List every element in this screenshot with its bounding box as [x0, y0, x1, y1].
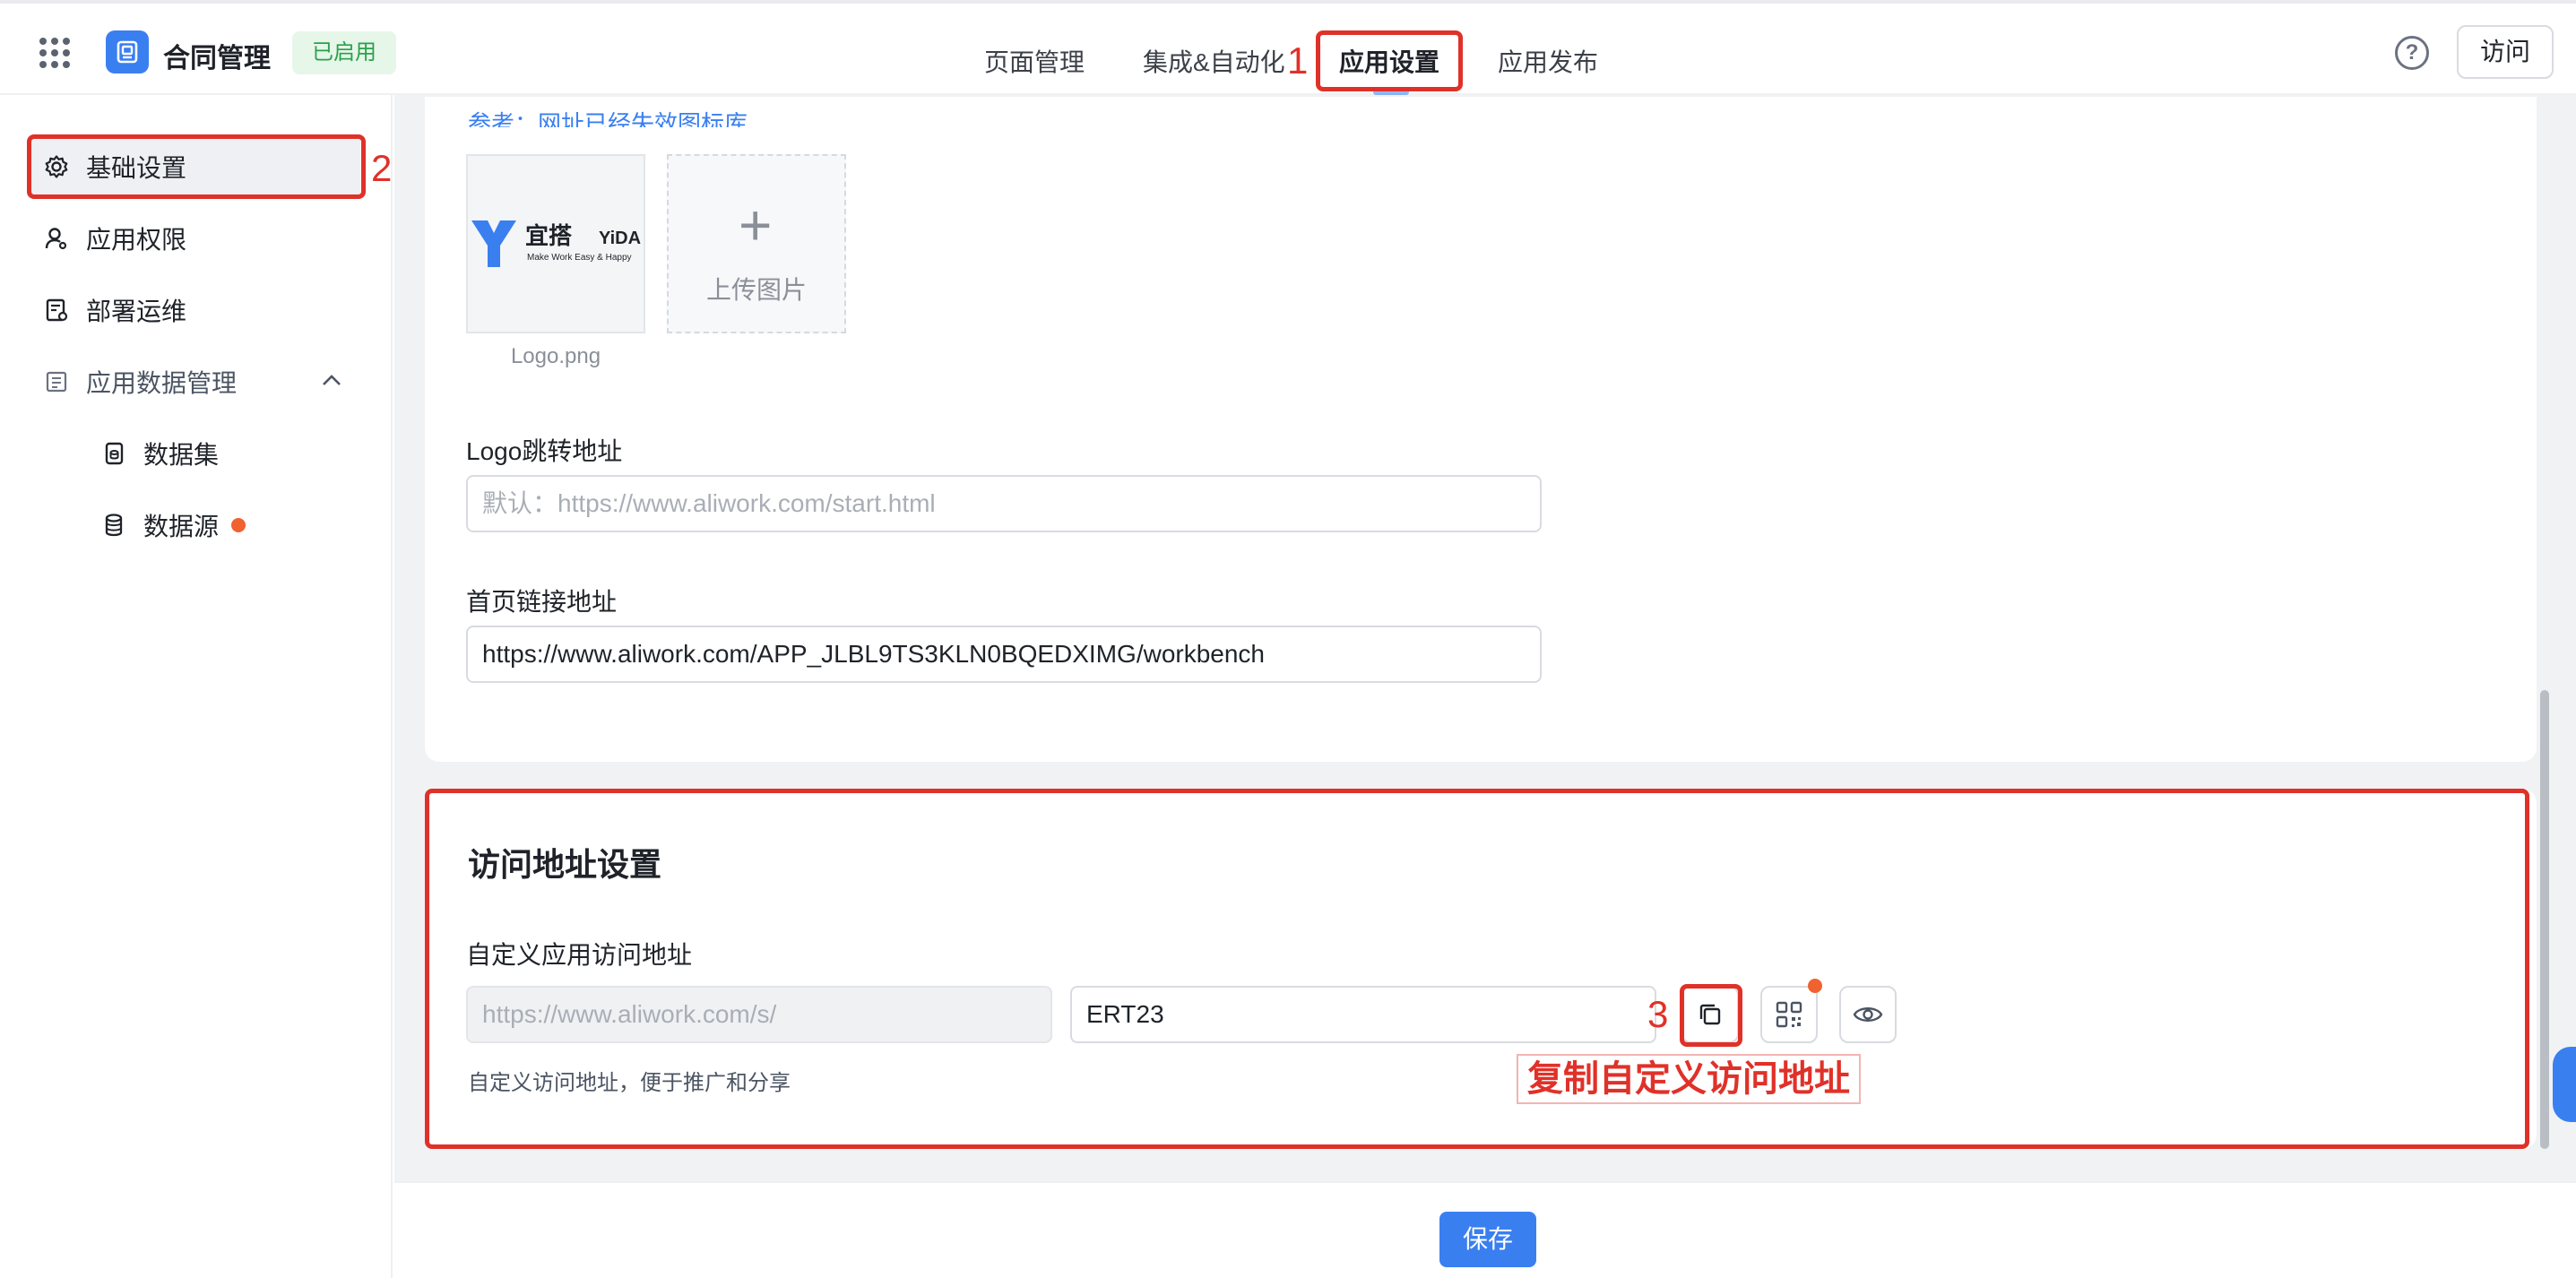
annotation-number-2: 2 — [371, 147, 393, 189]
notification-dot — [231, 518, 246, 532]
help-icon[interactable]: ? — [2395, 36, 2429, 70]
sidebar-item-datasource[interactable]: 数据源 — [84, 493, 353, 557]
gear-icon — [41, 151, 72, 182]
upload-image-label: 上传图片 — [705, 276, 807, 304]
logo-image-tile[interactable]: 宜搭 YiDA Make Work Easy & Happy — [466, 154, 645, 333]
preview-button[interactable] — [1839, 986, 1897, 1043]
access-url-suffix-input[interactable]: ERT23 — [1070, 986, 1656, 1043]
user-icon — [41, 223, 72, 254]
custom-access-url-label: 自定义应用访问地址 — [466, 941, 693, 969]
sidebar-item-app-permissions[interactable]: 应用权限 — [27, 206, 360, 271]
copy-url-button[interactable] — [1681, 986, 1739, 1043]
sidebar-item-label: 数据源 — [143, 513, 220, 540]
logo-brand-cn: 宜搭 — [525, 222, 573, 250]
sidebar-item-label: 应用数据管理 — [86, 369, 238, 397]
annotation-number-3: 3 — [1647, 993, 1669, 1035]
sidebar-item-label: 部署运维 — [86, 298, 187, 325]
sidebar-item-basic-settings[interactable]: 基础设置 — [27, 134, 360, 199]
reference-link[interactable]: 参考：网址已经失效图标库 — [468, 106, 748, 127]
logo-file-name: Logo.png — [510, 344, 601, 368]
access-url-prefix-input: https://www.aliwork.com/s/ — [466, 986, 1052, 1043]
tab-integration-automation[interactable]: 集成&自动化 — [1143, 43, 1285, 79]
qr-notification-dot — [1808, 979, 1822, 993]
qr-code-icon — [1776, 1001, 1802, 1028]
tab-app-publish[interactable]: 应用发布 — [1498, 43, 1598, 79]
home-link-url-input[interactable]: https://www.aliwork.com/APP_JLBL9TS3KLN0… — [466, 626, 1542, 683]
qr-code-button[interactable] — [1760, 986, 1818, 1043]
logo-tagline: Make Work Easy & Happy — [527, 253, 632, 263]
sidebar-item-dataset[interactable]: 数据集 — [84, 421, 353, 486]
vertical-scrollbar[interactable] — [2540, 690, 2549, 1149]
app-grid-icon[interactable] — [39, 38, 70, 68]
copy-url-annotation-label: 复制自定义访问地址 — [1517, 1054, 1861, 1104]
upload-image-button[interactable]: + 上传图片 — [667, 154, 846, 333]
plus-icon: + — [739, 193, 773, 257]
app-logo-icon — [106, 30, 149, 73]
sidebar-item-deploy-ops[interactable]: 部署运维 — [27, 278, 360, 342]
access-url-section-title: 访问地址设置 — [468, 846, 662, 883]
save-button[interactable]: 保存 — [1439, 1212, 1536, 1267]
custom-url-hint: 自定义访问地址，便于推广和分享 — [468, 1071, 791, 1095]
deploy-icon — [41, 295, 72, 325]
logo-brand-en: YiDA — [599, 229, 641, 248]
tab-page-management[interactable]: 页面管理 — [984, 43, 1085, 79]
yida-logo-image: 宜搭 YiDA Make Work Easy & Happy — [471, 220, 641, 267]
chevron-up-icon[interactable] — [321, 369, 342, 391]
copy-icon — [1699, 1004, 1721, 1025]
document-icon — [41, 367, 72, 397]
sidebar-item-app-data-management[interactable]: 应用数据管理 — [27, 350, 360, 414]
floating-help-tab[interactable] — [2553, 1047, 2576, 1122]
tab-app-settings[interactable]: 应用设置 — [1339, 43, 1439, 79]
sidebar-item-label: 数据集 — [143, 441, 220, 469]
home-link-url-label: 首页链接地址 — [466, 588, 618, 616]
dataset-icon — [99, 438, 129, 469]
sidebar-item-label: 基础设置 — [86, 154, 187, 182]
status-badge: 已启用 — [292, 31, 396, 74]
sidebar — [0, 95, 393, 1278]
database-icon — [99, 510, 129, 540]
logo-jump-url-label: Logo跳转地址 — [466, 437, 623, 465]
annotation-number-1: 1 — [1287, 39, 1309, 82]
logo-jump-url-input[interactable]: 默认：https://www.aliwork.com/start.html — [466, 475, 1542, 532]
sidebar-item-label: 应用权限 — [86, 226, 187, 254]
visit-button[interactable]: 访问 — [2457, 25, 2554, 79]
eye-icon — [1853, 1007, 1883, 1022]
app-name: 合同管理 — [163, 44, 271, 73]
